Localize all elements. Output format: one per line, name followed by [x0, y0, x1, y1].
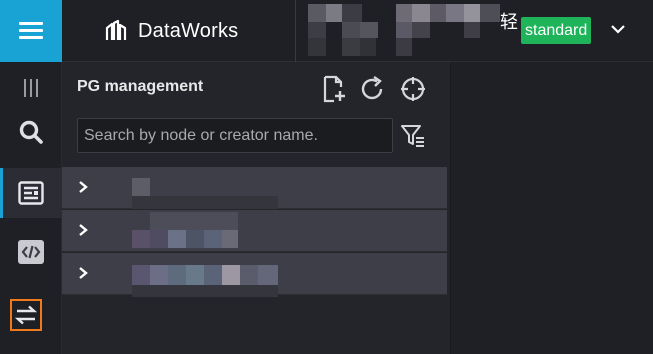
app-root: DataWorks 轻 standard PG management Searc…	[0, 0, 653, 354]
chevron-right-icon[interactable]	[76, 266, 90, 280]
rail-collapse-button[interactable]	[0, 66, 62, 110]
environment-badge[interactable]: standard	[521, 17, 592, 44]
code-icon	[18, 240, 44, 264]
new-file-icon[interactable]	[322, 75, 348, 103]
brand[interactable]: DataWorks	[104, 16, 238, 46]
pg-management-panel: PG management Search by node or creator …	[62, 62, 451, 354]
search-input[interactable]: Search by node or creator name.	[77, 118, 393, 153]
list-icon	[18, 181, 44, 205]
chevron-down-icon[interactable]	[610, 21, 626, 37]
panel-title: PG management	[77, 78, 204, 95]
rail-code-button[interactable]	[0, 230, 62, 274]
dataworks-logo-icon	[105, 19, 127, 40]
editor-area	[452, 62, 653, 354]
collapse-icon	[24, 79, 38, 97]
workspace-name-char: 轻	[500, 12, 518, 32]
row-name-obscured	[132, 210, 238, 252]
chevron-right-icon[interactable]	[76, 180, 90, 194]
search-icon	[19, 120, 43, 144]
workspace-name-obscured[interactable]	[308, 4, 500, 56]
rail-swap-button[interactable]	[10, 299, 42, 331]
chevron-right-icon[interactable]	[76, 223, 90, 237]
tree-row[interactable]	[62, 167, 447, 209]
hamburger-icon	[19, 22, 43, 40]
brand-name: DataWorks	[138, 19, 239, 42]
tree-row[interactable]	[62, 210, 447, 252]
left-icon-rail	[0, 62, 62, 354]
locate-icon[interactable]	[399, 75, 427, 103]
swap-icon	[15, 305, 37, 325]
refresh-icon[interactable]	[360, 75, 386, 103]
row-name-obscured	[132, 265, 278, 297]
top-bar: DataWorks 轻 standard	[0, 0, 653, 62]
menu-button[interactable]	[0, 0, 62, 62]
rail-search-button[interactable]	[0, 110, 62, 154]
rail-list-button[interactable]	[0, 168, 62, 218]
tree-row[interactable]	[62, 253, 447, 297]
row-name-obscured	[132, 178, 278, 209]
header-divider	[295, 0, 296, 62]
filter-icon[interactable]	[400, 123, 426, 149]
